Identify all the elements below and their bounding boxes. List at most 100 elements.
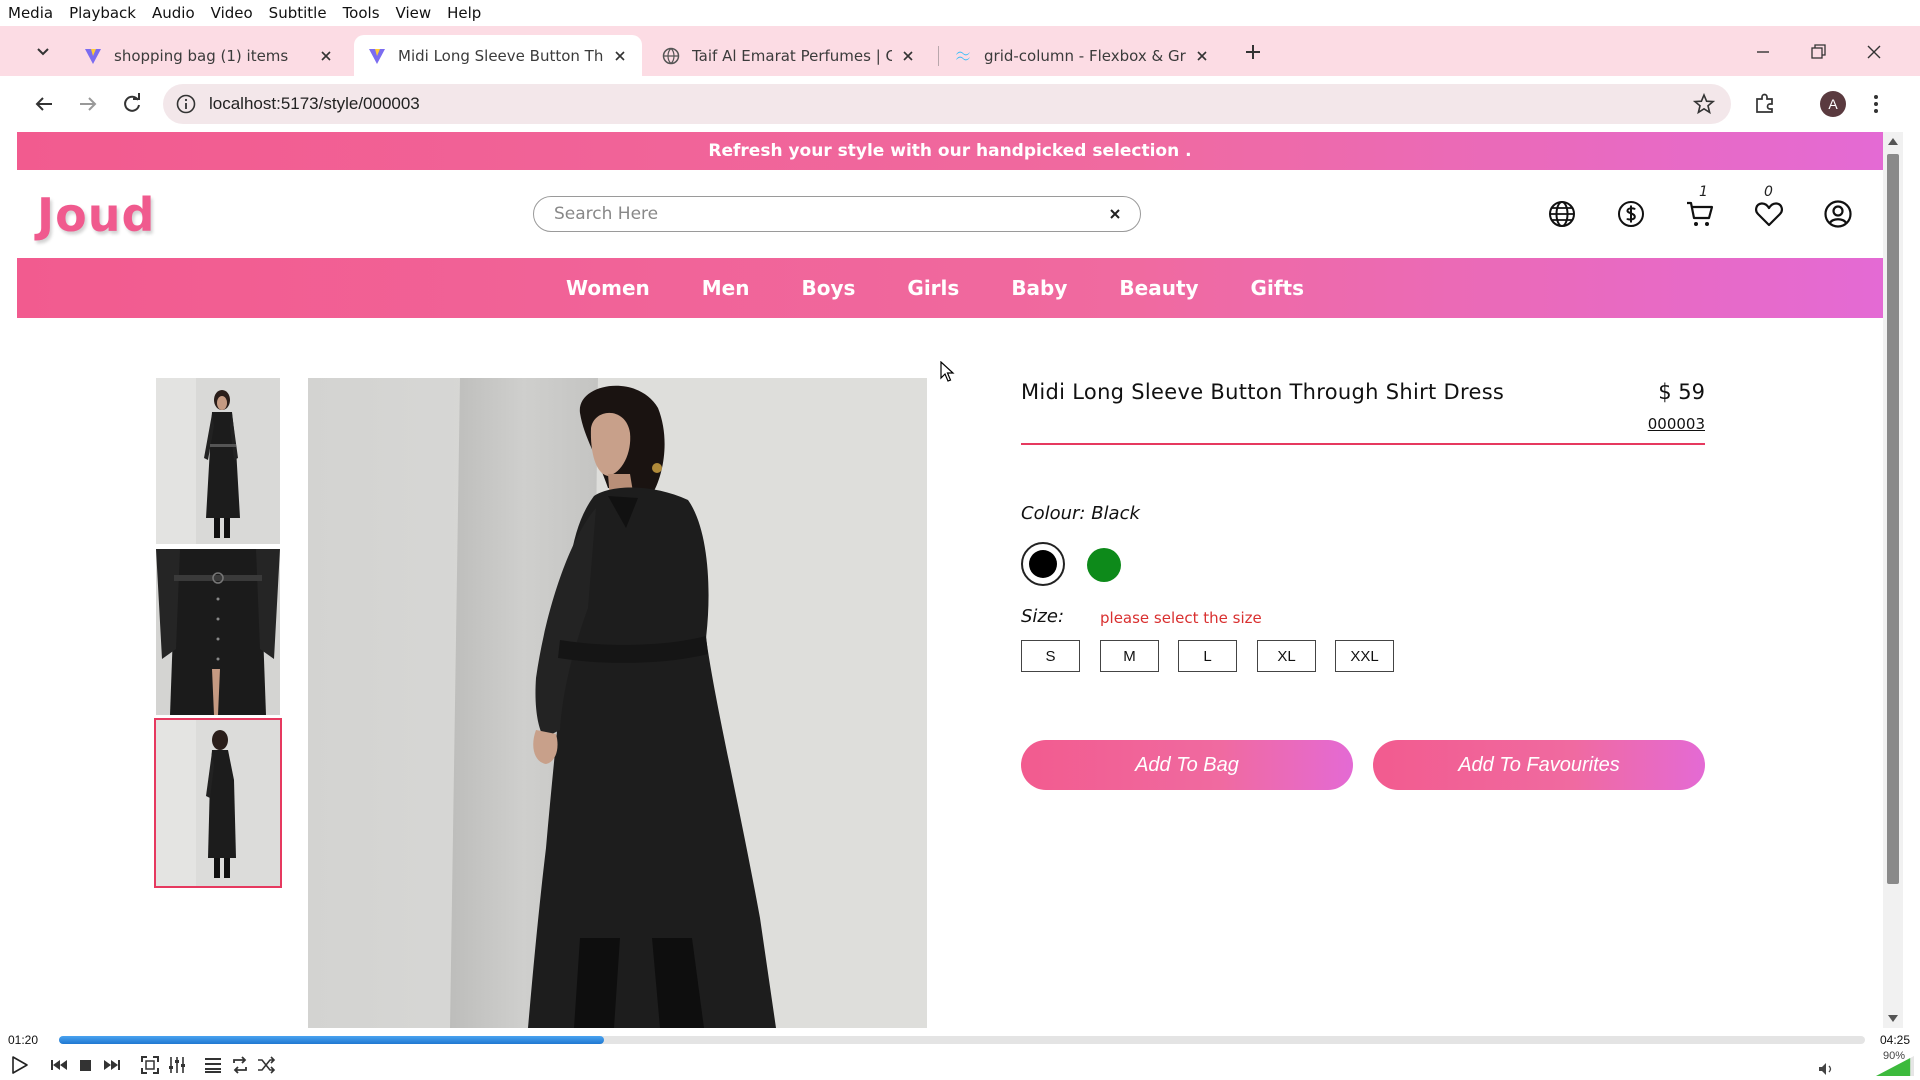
nav-baby[interactable]: Baby — [1011, 276, 1067, 300]
product-code[interactable]: 000003 — [1648, 415, 1705, 433]
close-icon[interactable] — [612, 48, 628, 64]
volume-slider[interactable] — [1876, 1056, 1914, 1076]
tab-strip: shopping bag (1) items Midi Long Sleeve … — [0, 26, 1920, 76]
colour-swatch-black-selected[interactable] — [1021, 542, 1065, 586]
product-thumbnail-back-selected[interactable] — [154, 718, 282, 888]
size-label: Size: — [1021, 606, 1065, 627]
nav-women[interactable]: Women — [566, 276, 650, 300]
menu-view[interactable]: View — [396, 4, 432, 22]
size-button-m[interactable]: M — [1100, 640, 1159, 672]
currency-dollar-icon[interactable] — [1615, 198, 1647, 230]
menu-help[interactable]: Help — [447, 4, 481, 22]
site-header: Joud 1 0 — [17, 170, 1883, 258]
site-logo[interactable]: Joud — [37, 188, 155, 242]
back-arrow-icon[interactable] — [30, 90, 58, 118]
category-nav: Women Men Boys Girls Baby Beauty Gifts — [17, 258, 1883, 318]
previous-icon[interactable] — [48, 1054, 70, 1076]
product-main-image[interactable] — [308, 378, 927, 1028]
more-menu-icon[interactable] — [1866, 90, 1886, 118]
tab-title: Taif Al Emarat Perfumes | Contir — [692, 46, 892, 65]
product-thumbnail-detail[interactable] — [156, 549, 280, 715]
scroll-down-arrow-icon[interactable] — [1888, 1015, 1898, 1022]
nav-gifts[interactable]: Gifts — [1251, 276, 1304, 300]
tab-title: Midi Long Sleeve Button Throu — [398, 46, 604, 65]
address-bar[interactable]: localhost:5173/style/000003 — [163, 84, 1731, 124]
vlc-menubar: Media Playback Audio Video Subtitle Tool… — [0, 0, 1920, 26]
tab-shopping-bag[interactable]: shopping bag (1) items — [70, 35, 348, 76]
cart-icon[interactable] — [1684, 198, 1716, 230]
speaker-icon[interactable] — [1818, 1062, 1834, 1076]
colour-label-text: Colour: — [1021, 503, 1086, 524]
bookmark-star-icon[interactable] — [1693, 93, 1715, 115]
mouse-cursor-icon — [940, 361, 956, 383]
seek-bar[interactable] — [59, 1036, 1865, 1044]
favourites-count-badge: 0 — [1764, 184, 1773, 200]
colour-swatch-green[interactable] — [1087, 548, 1121, 582]
reload-icon[interactable] — [118, 90, 146, 118]
menu-audio[interactable]: Audio — [152, 4, 195, 22]
extensions-puzzle-icon[interactable] — [1752, 90, 1778, 116]
colour-value: Black — [1091, 503, 1140, 524]
nav-girls[interactable]: Girls — [907, 276, 959, 300]
close-window-icon[interactable] — [1861, 39, 1887, 65]
close-icon[interactable] — [1194, 48, 1210, 64]
nav-boys[interactable]: Boys — [801, 276, 855, 300]
search-box — [533, 196, 1141, 232]
menu-media[interactable]: Media — [8, 4, 53, 22]
forward-arrow-icon[interactable] — [74, 90, 102, 118]
close-icon[interactable] — [318, 48, 334, 64]
tab-separator — [938, 46, 939, 66]
profile-avatar[interactable]: A — [1820, 91, 1846, 117]
clear-search-icon[interactable] — [1108, 207, 1122, 221]
extended-settings-icon[interactable] — [166, 1054, 188, 1076]
divider — [1021, 443, 1705, 445]
loop-icon[interactable] — [229, 1054, 251, 1076]
play-icon[interactable] — [8, 1054, 30, 1076]
menu-subtitle[interactable]: Subtitle — [269, 4, 327, 22]
size-button-xxl[interactable]: XXL — [1335, 640, 1394, 672]
tab-grid-column[interactable]: grid-column - Flexbox & Grid - — [940, 35, 1224, 76]
tab-product-active[interactable]: Midi Long Sleeve Button Throu — [354, 35, 642, 76]
menu-video[interactable]: Video — [211, 4, 253, 22]
fullscreen-icon[interactable] — [139, 1054, 161, 1076]
scrollbar-thumb[interactable] — [1887, 154, 1899, 884]
vite-icon — [84, 47, 102, 65]
playlist-icon[interactable] — [202, 1054, 224, 1076]
product-title: Midi Long Sleeve Button Through Shirt Dr… — [1021, 380, 1505, 404]
tab-title: grid-column - Flexbox & Grid - — [984, 46, 1186, 65]
total-time: 04:25 — [1880, 1033, 1911, 1047]
add-to-favourites-button[interactable]: Add To Favourites — [1373, 740, 1705, 790]
url-text[interactable]: localhost:5173/style/000003 — [209, 94, 420, 114]
close-icon[interactable] — [900, 48, 916, 64]
seek-progress — [59, 1036, 605, 1044]
search-input[interactable] — [554, 204, 1074, 224]
nav-men[interactable]: Men — [702, 276, 750, 300]
site-info-icon[interactable] — [175, 93, 197, 115]
scroll-up-arrow-icon[interactable] — [1888, 138, 1898, 145]
stop-icon[interactable] — [75, 1054, 97, 1076]
menu-playback[interactable]: Playback — [69, 4, 136, 22]
product-price: $ 59 — [1658, 380, 1705, 404]
vite-icon — [368, 47, 386, 65]
address-toolbar: localhost:5173/style/000003 A — [0, 76, 1920, 132]
page-scrollbar[interactable] — [1883, 132, 1903, 1028]
new-tab-plus-icon[interactable] — [1241, 40, 1265, 64]
language-globe-icon[interactable] — [1546, 198, 1578, 230]
add-to-bag-button[interactable]: Add To Bag — [1021, 740, 1353, 790]
tab-search-chevron-icon[interactable] — [30, 40, 56, 64]
shuffle-icon[interactable] — [255, 1054, 277, 1076]
product-thumbnail-front[interactable] — [156, 378, 280, 544]
minimize-icon[interactable] — [1750, 39, 1776, 65]
elapsed-time: 01:20 — [8, 1033, 39, 1047]
tab-perfumes[interactable]: Taif Al Emarat Perfumes | Contir — [648, 35, 930, 76]
size-button-s[interactable]: S — [1021, 640, 1080, 672]
next-icon[interactable] — [101, 1054, 123, 1076]
restore-icon[interactable] — [1805, 39, 1831, 65]
size-button-l[interactable]: L — [1178, 640, 1237, 672]
nav-beauty[interactable]: Beauty — [1119, 276, 1198, 300]
account-user-icon[interactable] — [1822, 198, 1854, 230]
menu-tools[interactable]: Tools — [343, 4, 380, 22]
size-button-xl[interactable]: XL — [1257, 640, 1316, 672]
colour-label: Colour: Black — [1021, 503, 1140, 524]
favourites-heart-icon[interactable] — [1753, 198, 1785, 230]
